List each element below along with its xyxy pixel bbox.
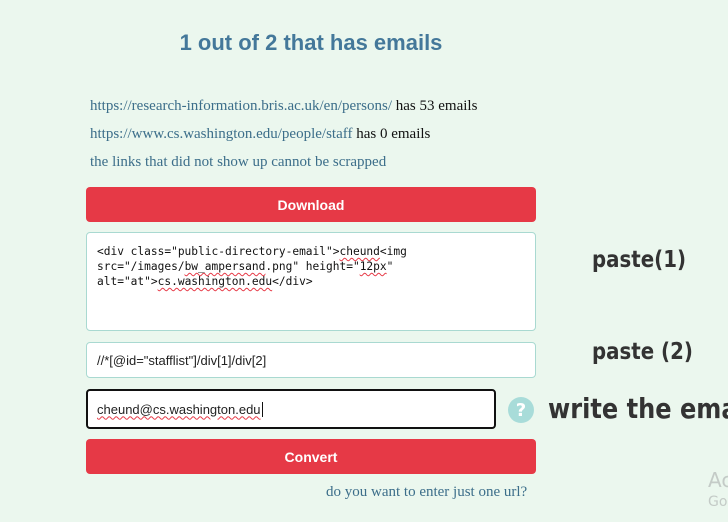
paste1-label: paste(1) [592, 247, 686, 273]
activation-watermark-line1: Ac [708, 468, 728, 492]
activation-watermark-line2: Go [708, 494, 728, 510]
xpath-input[interactable]: //*[@id="stafflist"]/div[1]/div[2] [86, 342, 536, 378]
result-count-bris: has 53 emails [395, 98, 478, 114]
page-title: 1 out of 2 that has emails [179, 30, 443, 55]
html-snippet-part: <img [379, 245, 407, 258]
convert-button[interactable]: Convert [86, 439, 536, 474]
xpath-input-value: //*[@id="stafflist"]/div[1]/div[2] [97, 352, 267, 368]
single-url-link[interactable]: do you want to enter just one url? [326, 484, 527, 501]
write-email-label: write the email [548, 392, 728, 425]
html-snippet-part: <div class="public-directory-email"> [97, 245, 340, 258]
paste2-label: paste (2) [592, 339, 693, 365]
result-count-washington: has 0 emails [356, 126, 431, 142]
html-snippet-textarea[interactable]: <div class="public-directory-email">cheu… [86, 232, 536, 331]
result-line-bris: https://research-information.bris.ac.uk/… [90, 98, 477, 115]
html-snippet-part: cs.washington.edu [157, 275, 273, 288]
html-snippet-part: .png" height=" [265, 260, 360, 273]
html-snippet-part: cheund [339, 245, 380, 258]
email-input[interactable]: cheund@cs.washington.edu [86, 389, 496, 429]
result-url-washington[interactable]: https://www.cs.washington.edu/people/sta… [90, 126, 352, 142]
html-snippet-part: 12px [359, 260, 387, 273]
help-icon[interactable]: ? [508, 397, 534, 423]
scrape-note: the links that did not show up cannot be… [90, 154, 387, 170]
text-cursor [261, 401, 263, 417]
email-input-value: cheund@cs.washington.edu [97, 401, 261, 417]
result-line-washington: https://www.cs.washington.edu/people/sta… [90, 126, 430, 143]
result-url-bris[interactable]: https://research-information.bris.ac.uk/… [90, 98, 392, 114]
html-snippet-part: bw_ampersand [184, 260, 266, 273]
download-button[interactable]: Download [86, 187, 536, 222]
html-snippet-part: </div> [272, 275, 313, 288]
html-snippet-part: src="/images/ [97, 260, 185, 273]
